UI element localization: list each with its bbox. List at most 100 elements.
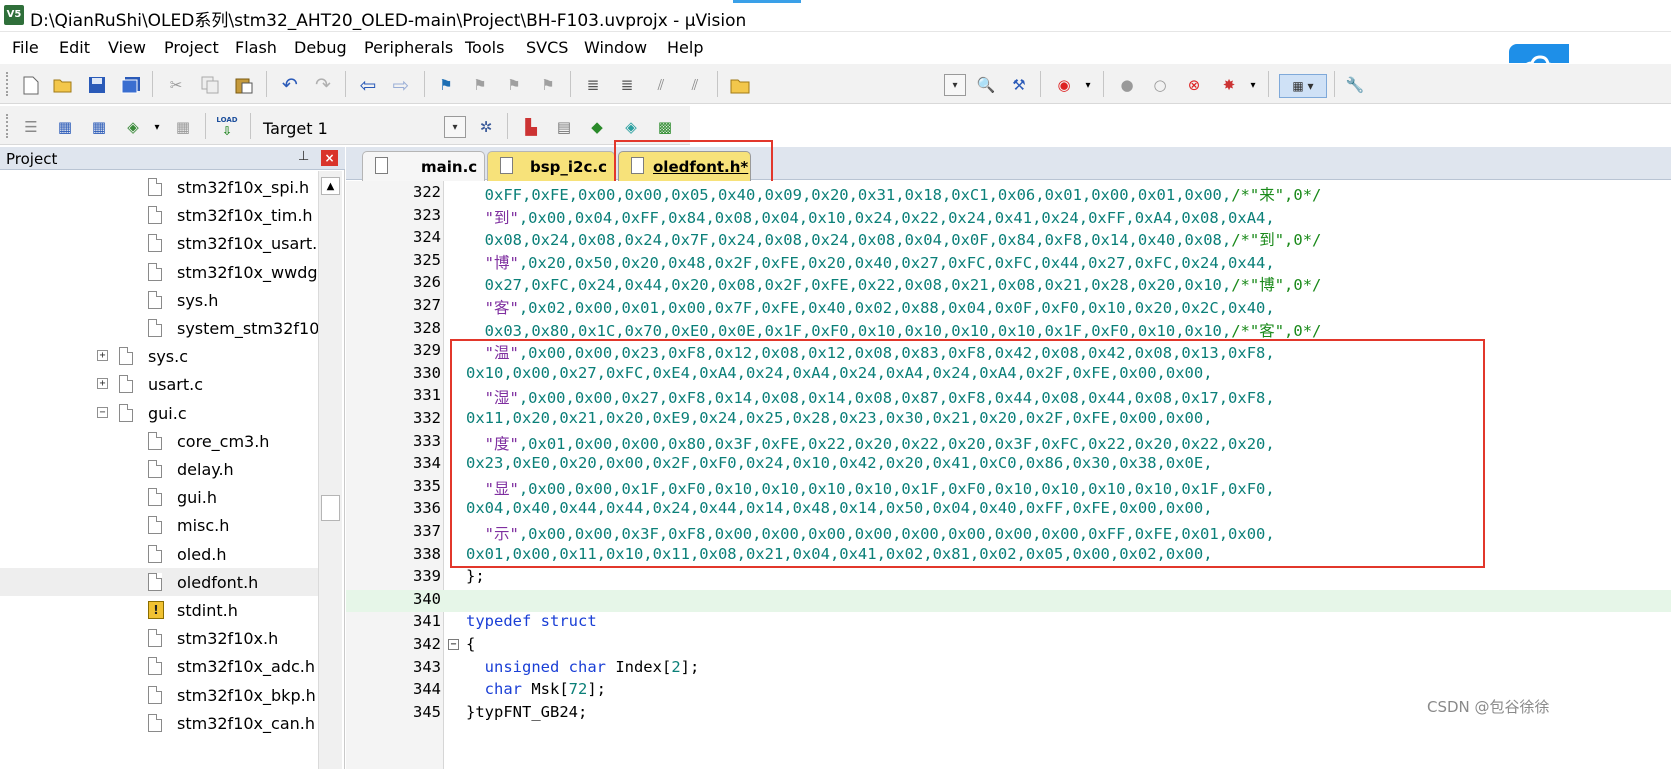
save-icon[interactable] bbox=[86, 74, 108, 96]
cut-icon[interactable]: ✂ bbox=[165, 74, 187, 96]
new-file-icon[interactable] bbox=[20, 74, 42, 96]
configure-tools-icon[interactable]: 🔧 bbox=[1344, 74, 1366, 96]
tree-item[interactable]: gui.h bbox=[0, 483, 318, 511]
undo-icon[interactable]: ↶ bbox=[279, 74, 301, 96]
tree-item[interactable]: stm32f10x_tim.h bbox=[0, 201, 318, 229]
tree-item[interactable]: + usart.c bbox=[0, 370, 318, 398]
toolbar-grip[interactable] bbox=[6, 72, 11, 96]
rebuild-icon[interactable]: ▦ bbox=[88, 116, 110, 138]
breakpoint-insert-icon[interactable]: ● bbox=[1116, 74, 1138, 96]
tree-item[interactable]: delay.h bbox=[0, 455, 318, 483]
tree-item-label: oledfont.h bbox=[177, 572, 259, 592]
scroll-up-arrow-icon[interactable]: ▲ bbox=[321, 177, 340, 195]
batch-build-icon[interactable]: ◈ bbox=[122, 116, 144, 138]
menu-project[interactable]: Project bbox=[164, 38, 219, 57]
tree-item[interactable]: stm32f10x_spi.h bbox=[0, 173, 318, 201]
bookmark-clear-icon[interactable]: ⚑ bbox=[537, 74, 559, 96]
bookmark-prev-icon[interactable]: ⚑ bbox=[469, 74, 491, 96]
menu-svcs[interactable]: SVCS bbox=[526, 38, 568, 57]
breakpoint-kill-all-icon[interactable]: ✸ bbox=[1218, 74, 1240, 96]
tree-item[interactable]: core_cm3.h bbox=[0, 427, 318, 455]
batch-build-dropdown-icon[interactable]: ▾ bbox=[146, 116, 168, 138]
copy-icon[interactable] bbox=[199, 74, 221, 96]
pack-installer-icon[interactable]: ▩ bbox=[654, 116, 676, 138]
menu-tools[interactable]: Tools bbox=[465, 38, 504, 57]
menu-file[interactable]: File bbox=[12, 38, 39, 57]
tab-main-c[interactable]: main.c bbox=[362, 151, 485, 182]
tree-item[interactable]: stm32f10x.h bbox=[0, 624, 318, 652]
menu-window[interactable]: Window bbox=[584, 38, 647, 57]
stop-build-icon[interactable]: ▦ bbox=[172, 116, 194, 138]
build-icon[interactable]: ▦ bbox=[54, 116, 76, 138]
menu-flash[interactable]: Flash bbox=[235, 38, 277, 57]
debug-dropdown-icon[interactable]: ▾ bbox=[1077, 74, 1099, 96]
uncomment-icon[interactable]: ⫽ bbox=[684, 74, 706, 96]
tree-item[interactable]: sys.h bbox=[0, 286, 318, 314]
menu-edit[interactable]: Edit bbox=[59, 38, 90, 57]
line-number: 339 bbox=[413, 567, 441, 586]
bookmark-next-icon[interactable]: ⚑ bbox=[503, 74, 525, 96]
pin-icon[interactable]: ⊥ bbox=[298, 149, 312, 165]
file-icon bbox=[148, 431, 162, 450]
expand-icon[interactable]: + bbox=[97, 378, 108, 390]
tree-item[interactable]: stm32f10x_usart.h bbox=[0, 229, 318, 257]
navigate-forward-icon[interactable]: ⇨ bbox=[390, 73, 412, 97]
paste-icon[interactable] bbox=[233, 74, 255, 96]
target-dropdown[interactable]: ▾ bbox=[444, 116, 466, 138]
menu-peripherals[interactable]: Peripherals bbox=[364, 38, 453, 57]
collapse-icon[interactable]: − bbox=[97, 406, 108, 418]
target-select-value[interactable]: Target 1 bbox=[263, 119, 328, 138]
menu-debug[interactable]: Debug bbox=[294, 38, 347, 57]
select-packs-icon[interactable]: ◆ bbox=[586, 116, 608, 138]
file-toolbar: ✂ ↶ ↷ ⇦ ⇨ ⚑ ⚑ ⚑ ⚑ ≣ ≣ ⫽ ⫽ ▾ 🔍 ⚒ ◉ ▾ ● ○ … bbox=[0, 63, 1671, 104]
code-line: 323 "到",0x00,0x04,0xFF,0x84,0x08,0x04,0x… bbox=[346, 206, 1671, 229]
tree-item[interactable]: ! stdint.h bbox=[0, 596, 318, 624]
browse-icon[interactable]: ⚒ bbox=[1008, 74, 1030, 96]
tree-item[interactable]: system_stm32f10x.h bbox=[0, 314, 318, 342]
editor-tabs-bar: main.c bsp_i2c.c oledfont.h* bbox=[346, 147, 1671, 182]
find-in-files-icon[interactable] bbox=[729, 74, 751, 96]
tree-item[interactable]: stm32f10x_adc.h bbox=[0, 652, 318, 680]
project-tree-scrollbar[interactable]: ▲ bbox=[318, 171, 342, 769]
bookmark-toggle-icon[interactable]: ⚑ bbox=[435, 74, 457, 96]
tree-item-label: gui.c bbox=[148, 403, 187, 423]
open-folder-icon[interactable] bbox=[52, 74, 74, 96]
expand-icon[interactable]: + bbox=[97, 350, 108, 362]
scrollbar-thumb[interactable] bbox=[321, 495, 340, 521]
comment-icon[interactable]: ⫽ bbox=[650, 74, 672, 96]
code-line: 328 0x03,0x80,0x1C,0x70,0xE0,0x0E,0x1F,0… bbox=[346, 319, 1671, 342]
download-load-icon[interactable]: LOAD ⇩ bbox=[216, 116, 238, 138]
debug-session-icon[interactable]: ◉ bbox=[1053, 74, 1075, 96]
tree-item[interactable]: + sys.c bbox=[0, 342, 318, 370]
target-options-icon[interactable]: ✲ bbox=[475, 116, 497, 138]
manage-run-time-icon[interactable]: ◈ bbox=[620, 116, 642, 138]
window-layout-button[interactable]: ▦ ▾ bbox=[1279, 74, 1327, 98]
fold-collapse-icon[interactable]: − bbox=[448, 639, 459, 650]
save-all-icon[interactable] bbox=[120, 74, 142, 96]
unindent-icon[interactable]: ≣ bbox=[616, 74, 638, 96]
translate-icon[interactable]: ☰ bbox=[20, 116, 42, 138]
tree-item[interactable]: stm32f10x_wwdg.h bbox=[0, 258, 318, 286]
file-extensions-icon[interactable]: ▤ bbox=[553, 116, 575, 138]
tree-item[interactable]: misc.h bbox=[0, 511, 318, 539]
tree-item[interactable]: stm32f10x_can.h bbox=[0, 709, 318, 737]
toolbar-grip[interactable] bbox=[6, 114, 11, 138]
close-panel-icon[interactable]: × bbox=[321, 150, 338, 166]
redo-icon[interactable]: ↷ bbox=[312, 74, 334, 96]
code-text: 0x03,0x80,0x1C,0x70,0xE0,0x0E,0x1F,0xF0,… bbox=[466, 321, 1322, 340]
menu-help[interactable]: Help bbox=[667, 38, 703, 57]
breakpoint-enable-icon[interactable]: ○ bbox=[1149, 74, 1171, 96]
tree-item[interactable]: − gui.c bbox=[0, 399, 318, 427]
tree-item[interactable]: stm32f10x_bkp.h bbox=[0, 681, 318, 709]
tree-item[interactable]: oledfont.h bbox=[0, 567, 318, 596]
indent-icon[interactable]: ≣ bbox=[582, 74, 604, 96]
incremental-find-icon[interactable]: 🔍 bbox=[975, 74, 997, 96]
tree-item[interactable]: oled.h bbox=[0, 540, 318, 568]
navigate-back-icon[interactable]: ⇦ bbox=[357, 73, 379, 97]
find-combo-dropdown[interactable]: ▾ bbox=[944, 74, 966, 96]
tab-bsp-i2c-c[interactable]: bsp_i2c.c bbox=[487, 151, 615, 182]
manage-components-icon[interactable]: ▙ bbox=[520, 116, 542, 138]
breakpoint-dropdown-icon[interactable]: ▾ bbox=[1242, 74, 1264, 96]
breakpoint-disable-all-icon[interactable]: ⊗ bbox=[1183, 74, 1205, 96]
menu-view[interactable]: View bbox=[108, 38, 146, 57]
